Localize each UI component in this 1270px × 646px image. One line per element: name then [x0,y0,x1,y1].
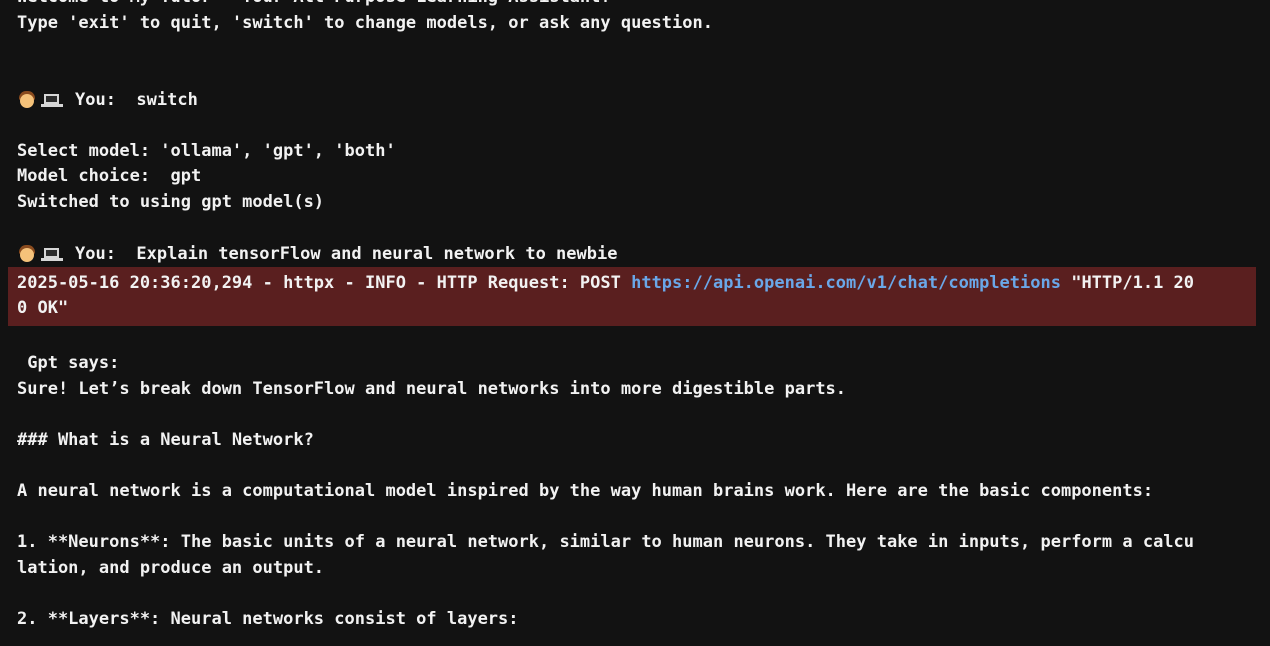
response-text: A neural network is a computational mode… [17,481,1154,502]
response-list-item: 1. **Neurons**: The basic units of a neu… [17,532,1195,553]
terminal-output: Welcome to My Tutor - Your All-Purpose L… [0,0,1270,633]
http-log-block: 2025-05-16 20:36:20,294 - httpx - INFO -… [8,266,1256,326]
api-url-link[interactable]: https://api.openai.com/v1/chat/completio… [631,273,1061,293]
welcome-line: Welcome to My Tutor - Your All-Purpose L… [0,0,1270,11]
model-options-line: Select model: 'ollama', 'gpt', 'both' [17,140,396,161]
person-icon [17,90,37,110]
response-heading: ### What is a Neural Network? [17,430,314,451]
model-choice-line: Model choice: gpt [17,166,202,187]
laptop-icon [41,90,63,110]
model-switched-line: Switched to using gpt model(s) [17,191,325,212]
response-text: Sure! Let’s break down TensorFlow and ne… [17,378,847,399]
user-prompt: You: switch [0,87,1270,113]
instructions-line: Type 'exit' to quit, 'switch' to change … [17,12,713,33]
user-prompt-text: You: Explain tensorFlow and neural netwo… [75,243,618,264]
laptop-icon [41,244,63,264]
user-prompt: You: Explain tensorFlow and neural netwo… [0,241,1270,267]
log-suffix: "HTTP/1.1 20 [1060,272,1195,293]
person-icon [17,244,37,264]
response-list-item: 2. **Layers**: Neural networks consist o… [17,609,519,630]
response-header: Gpt says: [17,353,120,374]
response-list-item-continued: lation, and produce an output. [17,558,325,579]
user-prompt-text: You: switch [75,90,198,111]
http-log-line-continued: 0 OK" [17,298,69,319]
http-log-line: 2025-05-16 20:36:20,294 - httpx - INFO -… [17,271,1256,297]
log-prefix: 2025-05-16 20:36:20,294 - httpx - INFO -… [17,272,632,293]
